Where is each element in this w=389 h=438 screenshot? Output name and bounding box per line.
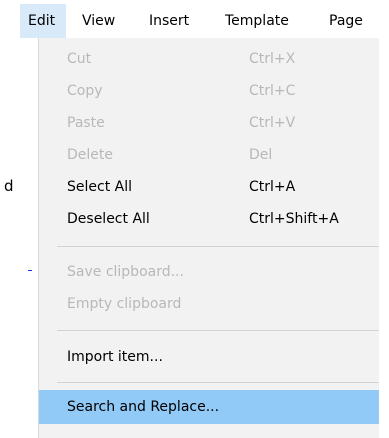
- menu-view-label: View: [82, 13, 116, 29]
- menu-item-copy[interactable]: Copy Ctrl+C: [39, 75, 379, 107]
- menu-item-deselect-all[interactable]: Deselect All Ctrl+Shift+A: [39, 203, 379, 235]
- menu-item-shortcut: Ctrl+V: [249, 115, 296, 131]
- menu-item-label: Copy: [67, 83, 103, 99]
- menu-item-search-and-replace[interactable]: Search and Replace...: [39, 390, 379, 424]
- menu-insert-label: Insert: [149, 13, 190, 29]
- menu-insert[interactable]: Insert: [141, 4, 197, 38]
- menu-separator: [57, 382, 379, 383]
- menu-separator: [57, 330, 379, 331]
- menu-item-paste[interactable]: Paste Ctrl+V: [39, 107, 379, 139]
- menu-item-shortcut: Ctrl+X: [249, 51, 296, 67]
- menu-item-shortcut: Ctrl+A: [249, 179, 296, 195]
- menu-item-shortcut: Ctrl+Shift+A: [249, 211, 339, 227]
- background-text-fragment: d: [4, 177, 14, 195]
- menu-template-label: Template: [225, 13, 289, 29]
- menu-item-label: Save clipboard...: [67, 264, 184, 280]
- menu-bar: Edit View Insert Template Page: [20, 4, 389, 38]
- app-window: d Edit View Insert Template Page Cut Ctr…: [0, 0, 389, 438]
- menu-item-label: Select All: [67, 179, 132, 195]
- menu-item-label: Deselect All: [67, 211, 150, 227]
- menu-item-empty-clipboard[interactable]: Empty clipboard: [39, 288, 379, 320]
- menu-item-label: Paste: [67, 115, 105, 131]
- menu-page[interactable]: Page: [321, 4, 371, 38]
- menu-item-shortcut: Ctrl+C: [249, 83, 296, 99]
- menu-item-label: Cut: [67, 51, 92, 67]
- menu-page-label: Page: [329, 13, 363, 29]
- menu-item-select-all[interactable]: Select All Ctrl+A: [39, 171, 379, 203]
- menu-item-label: Delete: [67, 147, 113, 163]
- menu-item-import-item[interactable]: Import item...: [39, 341, 379, 373]
- menu-item-cut[interactable]: Cut Ctrl+X: [39, 43, 379, 75]
- menu-separator: [57, 246, 379, 247]
- menu-item-label: Empty clipboard: [67, 296, 182, 312]
- menu-view[interactable]: View: [74, 4, 123, 38]
- menu-item-label: Import item...: [67, 349, 163, 365]
- edit-dropdown-menu: Cut Ctrl+X Copy Ctrl+C Paste Ctrl+V Dele…: [38, 38, 379, 438]
- menu-item-save-clipboard[interactable]: Save clipboard...: [39, 256, 379, 288]
- menu-edit[interactable]: Edit: [20, 4, 66, 38]
- menu-item-shortcut: Del: [249, 147, 273, 163]
- background-link-fragment[interactable]: [28, 256, 32, 271]
- menu-item-delete[interactable]: Delete Del: [39, 139, 379, 171]
- menu-edit-label: Edit: [28, 13, 56, 29]
- menu-template[interactable]: Template: [217, 4, 297, 38]
- menu-item-label: Search and Replace...: [67, 399, 220, 415]
